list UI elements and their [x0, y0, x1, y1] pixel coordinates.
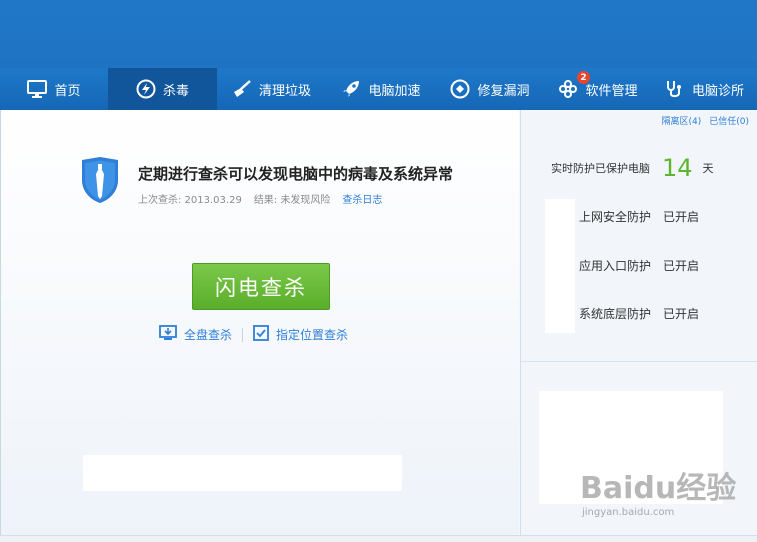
tab-repair-label: 修复漏洞: [477, 83, 530, 99]
scan-log-link[interactable]: 查杀日志: [342, 191, 382, 206]
protection-item[interactable]: 上网安全防护 已开启: [579, 208, 699, 225]
scan-options: 全盘查杀 指定位置查杀: [159, 325, 348, 344]
tab-clean-label: 清理垃圾: [258, 83, 311, 99]
right-links: 隔离区(4) 已信任(0): [662, 114, 750, 127]
protection-days-unit: 天: [702, 162, 714, 175]
scan-result: 结果: 未发现风险: [253, 195, 331, 206]
protection-item-name: 系统底层防护: [579, 307, 652, 321]
monitor-icon: [27, 80, 48, 98]
tab-software-label: 软件管理: [585, 83, 638, 99]
custom-scan-button[interactable]: 指定位置查杀: [253, 325, 348, 344]
checkbox-icon: [253, 325, 269, 344]
scan-headline: 定期进行查杀可以发现电脑中的病毒及系统异常: [138, 165, 454, 183]
apps-icon: [558, 79, 578, 99]
tab-clinic-label: 电脑诊所: [691, 83, 744, 99]
protection-item-status: 已开启: [663, 259, 700, 273]
tab-speedup-label: 电脑加速: [368, 83, 421, 99]
rocket-icon: [341, 79, 361, 99]
tab-repair[interactable]: 修复漏洞: [436, 68, 544, 110]
last-scan-date: 上次查杀: 2013.03.29: [138, 195, 242, 206]
blank-area: [545, 199, 575, 333]
notification-badge: 2: [577, 71, 590, 84]
baidu-watermark: Baidu经验: [580, 471, 737, 506]
tab-speedup[interactable]: 电脑加速: [326, 68, 436, 110]
tab-home-label: 首页: [54, 83, 81, 99]
quarantine-link[interactable]: 隔离区(4): [662, 114, 702, 127]
tab-home[interactable]: 首页: [0, 68, 108, 110]
full-scan-label: 全盘查杀: [184, 328, 233, 342]
stethoscope-icon: [665, 79, 685, 99]
option-divider: [242, 327, 244, 342]
title-bar: [0, 0, 757, 68]
lightning-icon: [136, 79, 156, 99]
full-scan-button[interactable]: 全盘查杀: [159, 325, 232, 344]
shield-icon: [79, 156, 121, 208]
scan-info: 上次查杀: 2013.03.29 结果: 未发现风险 查杀日志: [138, 191, 382, 206]
watermark-url: jingyan.baidu.com: [582, 507, 675, 518]
protection-days: 实时防护已保护电脑 14 天: [551, 154, 714, 182]
protection-days-label: 实时防护已保护电脑: [551, 162, 650, 175]
main-nav: 首页 杀毒 清理垃圾 电脑加速 修复漏洞 2 软件管理 电脑诊所: [0, 68, 757, 110]
blank-area: [83, 455, 402, 491]
protection-item-status: 已开启: [663, 307, 700, 321]
protection-days-count: 14: [662, 154, 693, 182]
disk-icon: [159, 325, 177, 344]
trusted-link[interactable]: 已信任(0): [709, 114, 749, 127]
protection-item-status: 已开启: [663, 210, 700, 224]
tab-antivirus[interactable]: 杀毒: [108, 68, 217, 110]
scan-panel: 定期进行查杀可以发现电脑中的病毒及系统异常 上次查杀: 2013.03.29 结…: [1, 110, 519, 535]
protection-item-name: 应用入口防护: [579, 259, 652, 273]
patch-icon: [450, 79, 470, 99]
protection-item[interactable]: 应用入口防护 已开启: [579, 257, 699, 274]
broom-icon: [232, 80, 252, 98]
tab-clean[interactable]: 清理垃圾: [217, 68, 326, 110]
tab-clinic[interactable]: 电脑诊所: [652, 68, 757, 110]
custom-scan-label: 指定位置查杀: [276, 328, 349, 342]
bottom-edge: [0, 535, 757, 542]
tab-software[interactable]: 2 软件管理: [544, 68, 652, 110]
divider: [521, 361, 757, 362]
tab-antivirus-label: 杀毒: [162, 83, 189, 99]
protection-item[interactable]: 系统底层防护 已开启: [579, 305, 699, 322]
protection-item-name: 上网安全防护: [579, 210, 652, 224]
flash-scan-button[interactable]: 闪电查杀: [192, 263, 330, 310]
